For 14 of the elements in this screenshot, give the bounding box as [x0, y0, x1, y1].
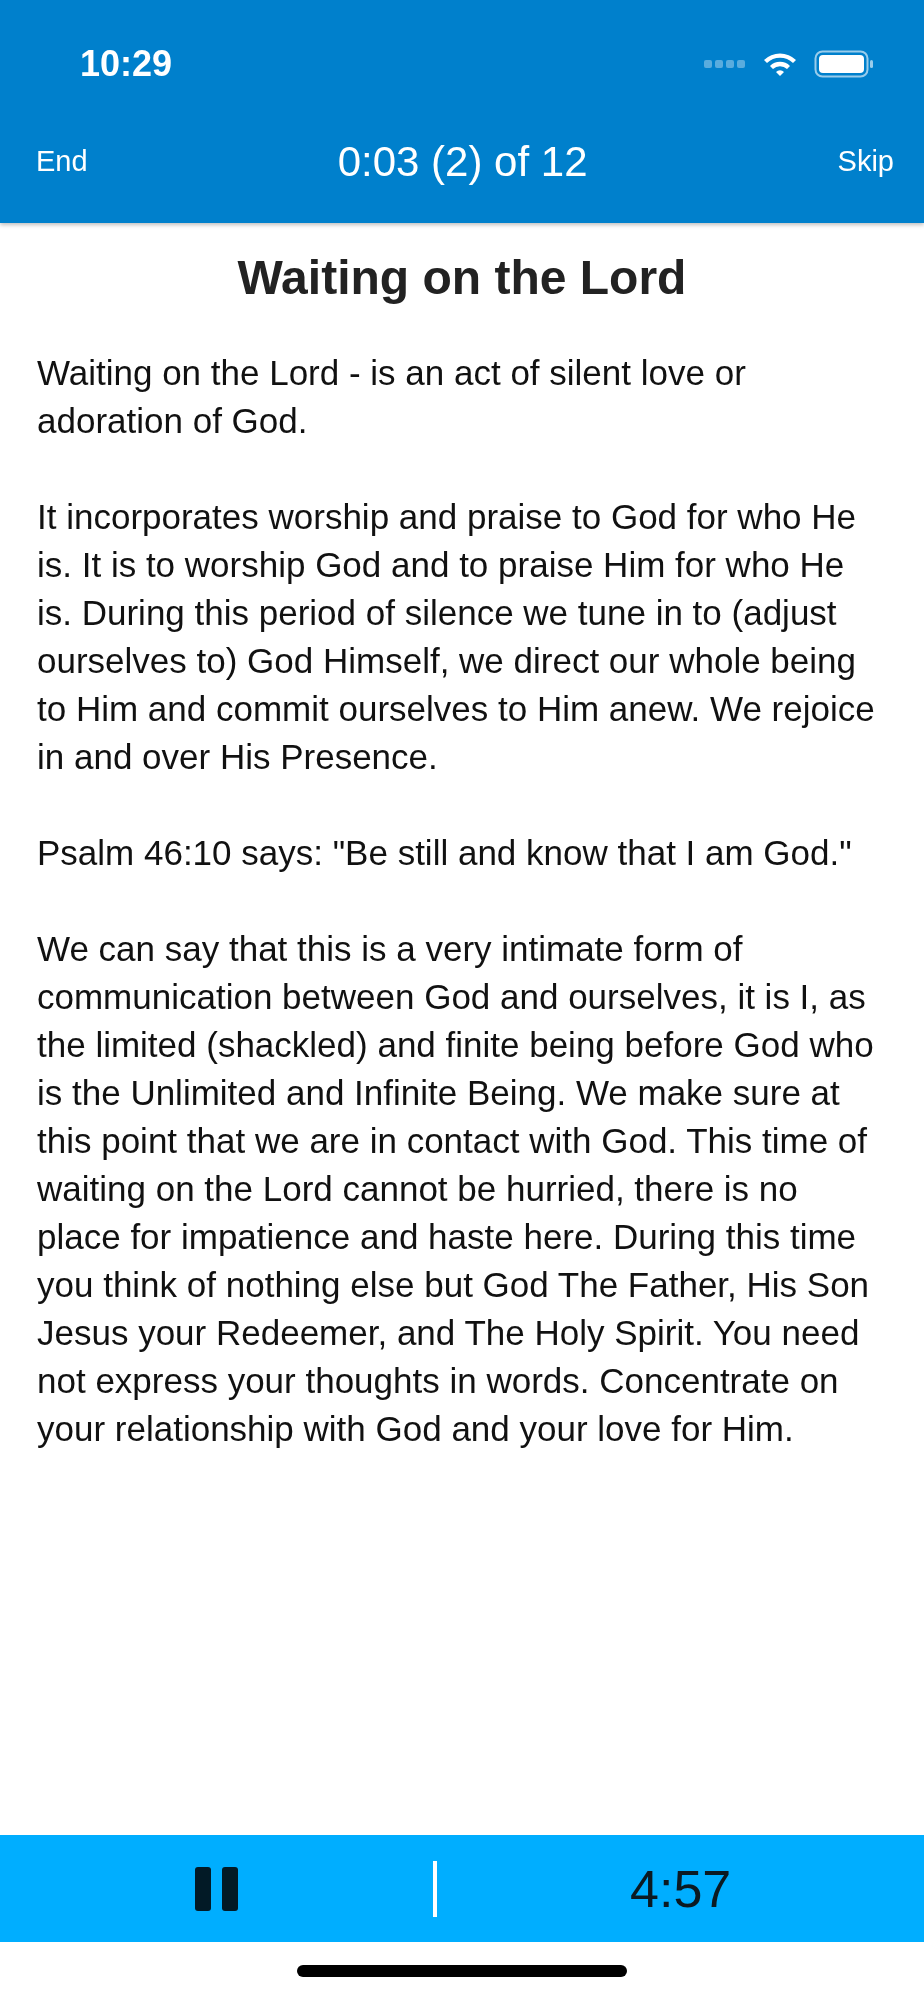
wifi-icon: [762, 51, 798, 77]
progress-title: 0:03 (2) of 12: [337, 137, 588, 187]
pause-button[interactable]: [192, 1864, 241, 1913]
page-title: Waiting on the Lord: [236, 250, 688, 306]
signal-icon: [704, 59, 746, 69]
body-paragraph: Psalm 46:10 says: "Be still and know that I am God.": [37, 831, 853, 874]
body-paragraph: We can say that this is a very intimate form of communication between God and ourselves, it is I, as the limited (shackled) and finite being before God who is the Unlimited and Infinite Being. We make sure at this point that we are in contact with God. This time of waiting on the Lord cannot be hurried, there is no place for impatience and haste here. During this time you think of nothing else but God The Father, His Son Jesus your Redeemer, and The Holy Spirit. You need not express your thoughts in words. Concentrate on your relationship with God and your love for Him.: [37, 927, 875, 1450]
remaining-time: 4:57: [630, 1858, 732, 1920]
skip-button[interactable]: Skip: [837, 139, 894, 184]
battery-icon: [814, 50, 874, 78]
body-paragraph: It incorporates worship and praise to God for who He is. It is to worship God and to praise Him for who He is. During this period of silence we tune in to (adjust ourselves to) God Himself, we direct our whole being to Him and commit ourselves to Him anew. We rejoice in and over His Presence.: [37, 495, 876, 778]
end-button[interactable]: End: [36, 139, 88, 184]
body-paragraph: Waiting on the Lord - is an act of silent love or adoration of God.: [37, 351, 747, 442]
status-time: 10:29: [80, 42, 173, 86]
